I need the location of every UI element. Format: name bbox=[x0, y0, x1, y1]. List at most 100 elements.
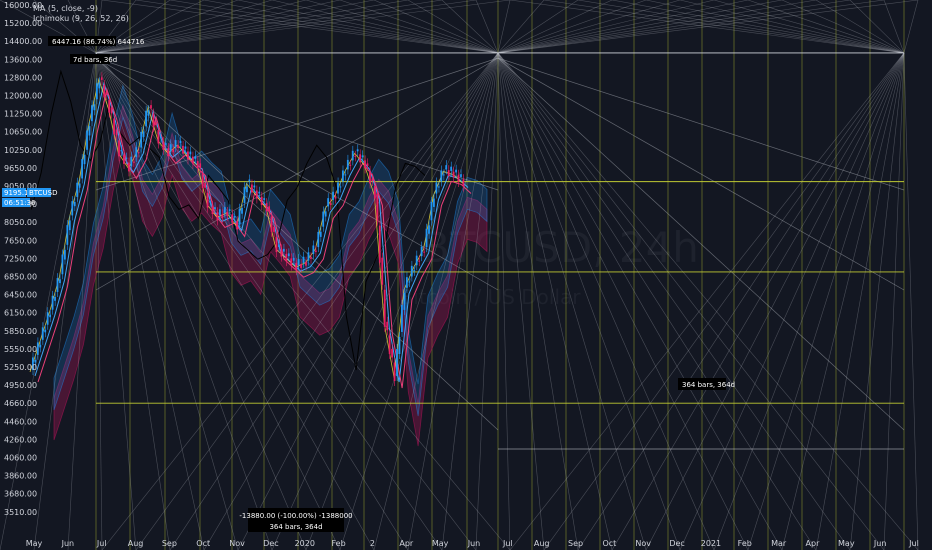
time-tick-label: Dec bbox=[669, 539, 684, 548]
candle-body bbox=[137, 152, 140, 154]
candle-body bbox=[327, 198, 330, 207]
candle-body bbox=[332, 191, 334, 200]
candle-body bbox=[95, 83, 98, 100]
price-tick-label: 5550.00 bbox=[4, 345, 37, 354]
candle-body bbox=[36, 342, 39, 355]
candle-body bbox=[391, 348, 393, 358]
candle-body bbox=[339, 186, 342, 188]
candle-body bbox=[268, 206, 270, 212]
time-tick-label: Aug bbox=[128, 539, 144, 548]
candle-body bbox=[435, 182, 438, 194]
candle-body bbox=[297, 259, 300, 266]
top-bars-text: 7d bars, 36d bbox=[73, 56, 117, 64]
price-axis[interactable]: 16000.0015200.0014400.0013600.0012800.00… bbox=[4, 1, 42, 517]
price-tick-label: 12000.00 bbox=[4, 92, 42, 101]
top-bars-label[interactable]: 7d bars, 36d bbox=[70, 54, 117, 64]
time-tick-label: 2 bbox=[370, 539, 375, 548]
top-measure-text: 6447.16 (86.74%) 644716 bbox=[52, 38, 145, 46]
candle-body bbox=[314, 250, 317, 253]
candle-body bbox=[63, 249, 66, 260]
candle-body bbox=[405, 277, 408, 288]
candle-body bbox=[376, 193, 379, 221]
top-measure-label[interactable]: 6447.16 (86.74%) 644716 bbox=[48, 36, 145, 46]
candle-body bbox=[221, 214, 224, 219]
legend-ichimoku[interactable]: Ichimoku (9, 26, 52, 26) bbox=[33, 14, 129, 23]
candle-body bbox=[218, 209, 221, 216]
candle-body bbox=[86, 130, 88, 150]
time-tick-label: Feb bbox=[738, 539, 752, 548]
candle-body bbox=[209, 200, 211, 203]
candle-body bbox=[305, 261, 307, 266]
time-tick-label: Nov bbox=[229, 539, 245, 548]
price-tick-label: 10650.00 bbox=[4, 128, 42, 137]
candle-body bbox=[167, 148, 170, 157]
candle-body bbox=[182, 145, 184, 154]
candle-body bbox=[388, 335, 391, 354]
time-tick-label: Jul bbox=[502, 539, 513, 548]
candle-body bbox=[295, 262, 298, 271]
candle-body bbox=[248, 179, 251, 182]
candle-body bbox=[351, 150, 354, 161]
price-tick-label: 11250.00 bbox=[4, 110, 42, 119]
candle-body bbox=[155, 121, 157, 126]
price-tick-label: 12800.00 bbox=[4, 73, 42, 82]
candle-body bbox=[302, 256, 305, 263]
candle-body bbox=[110, 107, 113, 114]
time-tick-label: Feb bbox=[332, 539, 346, 548]
time-tick-label: Apr bbox=[806, 539, 821, 548]
candle-body bbox=[159, 136, 162, 139]
candle-body bbox=[78, 183, 81, 188]
candle-body bbox=[204, 182, 207, 188]
candle-body bbox=[278, 244, 280, 248]
candle-body bbox=[164, 143, 167, 145]
chart-canvas[interactable]: BTCUSD, 24h Bitcoin / US Dollar 6447.16 … bbox=[0, 0, 932, 550]
candle-body bbox=[147, 110, 150, 116]
candle-body bbox=[59, 279, 61, 284]
time-tick-label: Mar bbox=[771, 539, 787, 548]
price-tick-label: 5250.00 bbox=[4, 363, 37, 372]
candle-body bbox=[273, 226, 275, 232]
candle-body bbox=[233, 216, 236, 218]
candle-body bbox=[378, 225, 381, 263]
candle-body bbox=[130, 156, 133, 167]
candle-body bbox=[437, 186, 440, 188]
candle-body bbox=[361, 155, 364, 158]
candle-body bbox=[337, 182, 339, 194]
candle-body bbox=[285, 253, 288, 262]
price-tick-label: 9650.00 bbox=[4, 164, 37, 173]
chart-background bbox=[0, 0, 932, 550]
bottom-measure-label[interactable]: -13880.00 (-100.00%) -1388000 364 bars, … bbox=[239, 508, 353, 532]
price-tick-label: 6850.00 bbox=[4, 273, 37, 282]
candle-body bbox=[206, 192, 209, 208]
candle-body bbox=[415, 255, 418, 266]
legend-ma[interactable]: MA (5, close, -9) bbox=[33, 4, 98, 13]
candle-body bbox=[199, 163, 202, 169]
exchange-text: BTCUSD bbox=[29, 189, 58, 197]
candle-body bbox=[169, 144, 172, 152]
candle-body bbox=[396, 348, 398, 377]
bottom-measure-text: -13880.00 (-100.00%) -1388000 bbox=[239, 512, 352, 520]
candle-body bbox=[66, 225, 69, 245]
candle-body bbox=[428, 225, 430, 234]
candle-body bbox=[457, 174, 460, 182]
candle-body bbox=[307, 252, 310, 261]
candle-body bbox=[172, 149, 175, 153]
time-tick-label: Jul bbox=[908, 539, 919, 548]
candle-body bbox=[401, 304, 403, 332]
time-tick-label: Jun bbox=[873, 539, 887, 548]
candle-body bbox=[83, 154, 86, 165]
candle-body bbox=[241, 207, 243, 214]
candle-body bbox=[76, 182, 79, 197]
candle-body bbox=[81, 159, 84, 179]
time-tick-label: Nov bbox=[635, 539, 651, 548]
candle-body bbox=[177, 145, 179, 149]
price-tick-label: 3860.00 bbox=[4, 472, 37, 481]
candle-body bbox=[433, 198, 435, 207]
candle-body bbox=[413, 270, 416, 272]
candle-body bbox=[310, 257, 312, 259]
candle-body bbox=[93, 104, 96, 111]
candle-body bbox=[223, 207, 226, 214]
price-tick-label: 14400.00 bbox=[4, 37, 42, 46]
candle-body bbox=[418, 260, 421, 262]
candle-body bbox=[98, 82, 101, 89]
